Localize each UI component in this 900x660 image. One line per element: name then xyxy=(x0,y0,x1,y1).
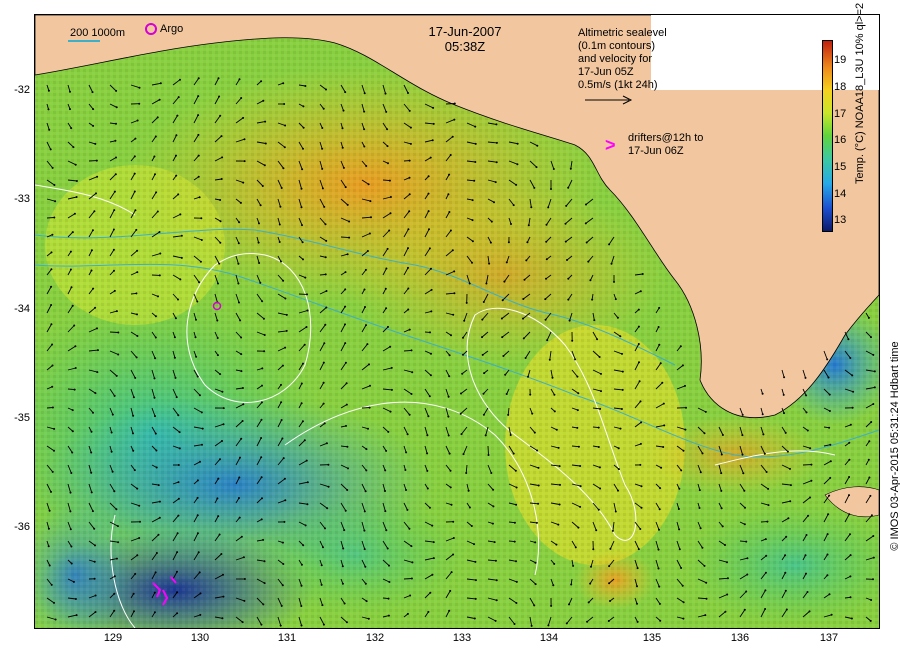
altimetry-line-5: 0.5m/s (1kt 24h) xyxy=(578,79,658,91)
lat-label-33: -33 xyxy=(14,193,30,205)
drifter-icon: > xyxy=(605,135,616,155)
lon-label-135: 135 xyxy=(642,632,662,644)
isobath-legend-line xyxy=(68,40,100,42)
colorbar-tick-19: 19 xyxy=(834,54,847,66)
sst-map xyxy=(34,14,880,629)
lon-label-134: 134 xyxy=(539,632,559,644)
altimetry-line-3: and velocity for xyxy=(578,53,652,65)
lat-label-32: -32 xyxy=(14,84,30,96)
argo-label: Argo xyxy=(160,23,184,35)
drifter-line-2: 17-Jun 06Z xyxy=(628,145,684,157)
colorbar-tick-13: 13 xyxy=(834,214,847,226)
colorbar-tick-15: 15 xyxy=(834,161,847,173)
lon-label-129: 129 xyxy=(103,632,123,644)
map-datetime: 17-Jun-2007 05:38Z xyxy=(410,24,520,54)
colorbar-tick-17: 17 xyxy=(834,108,847,120)
argo-icon xyxy=(145,23,157,35)
colorbar-label: Temp. (°C) NOAA18_L3U 10% ql>=2 xyxy=(854,2,866,184)
lon-label-136: 136 xyxy=(730,632,750,644)
drifter-line-1: drifters@12h to xyxy=(628,132,704,144)
colorbar-tick-18: 18 xyxy=(834,81,847,93)
lat-label-36: -36 xyxy=(14,521,30,533)
colorbar-tick-14: 14 xyxy=(834,188,847,200)
lat-label-34: -34 xyxy=(14,303,30,315)
scale-text: 200 1000m xyxy=(70,27,126,39)
map-date: 17-Jun-2007 xyxy=(428,24,502,39)
colorbar-tick-16: 16 xyxy=(834,134,847,146)
lon-label-137: 137 xyxy=(819,632,839,644)
altimetry-legend: Altimetric sealevel (0.1m contours) and … xyxy=(578,27,667,92)
lon-label-133: 133 xyxy=(452,632,472,644)
sst-field xyxy=(35,15,879,628)
map-time: 05:38Z xyxy=(444,39,486,54)
lat-label-35: -35 xyxy=(14,412,30,424)
lon-label-132: 132 xyxy=(365,632,385,644)
drifter-legend: drifters@12h to 17-Jun 06Z xyxy=(628,132,703,158)
temperature-colorbar xyxy=(822,40,833,232)
altimetry-line-2: (0.1m contours) xyxy=(578,40,656,52)
altimetry-line-4: 17-Jun 05Z xyxy=(578,66,634,78)
lon-label-131: 131 xyxy=(277,632,297,644)
velocity-scale-arrow-icon xyxy=(585,95,633,105)
altimetry-line-1: Altimetric sealevel xyxy=(578,27,667,39)
credit-text: © IMOS 03-Apr-2015 05:31:24 Hdbart time xyxy=(889,341,900,551)
lon-label-130: 130 xyxy=(190,632,210,644)
